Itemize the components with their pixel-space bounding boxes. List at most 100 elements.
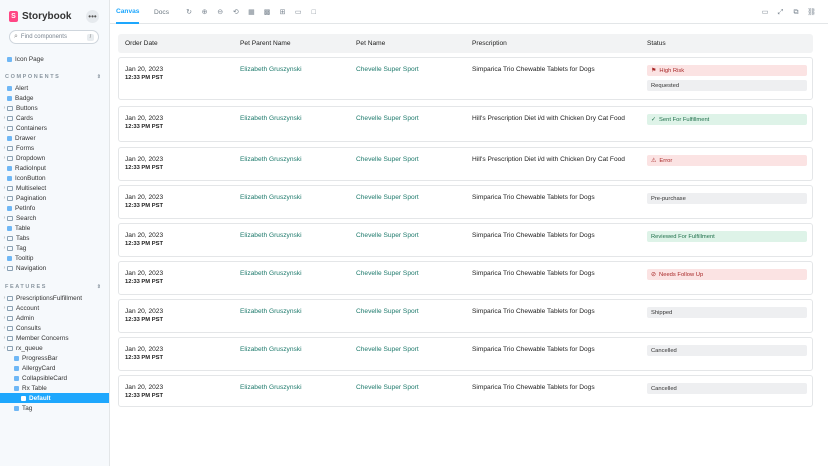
sidebar-item-icon-page[interactable]: Icon Page [0,54,109,64]
sidebar-item-default[interactable]: Default [0,393,109,403]
component-icon [7,85,12,91]
pet-parent-link[interactable]: Elizabeth Gruszynski [240,270,302,277]
sidebar-item-iconbutton[interactable]: IconButton [0,173,109,183]
zoom-reset-icon[interactable]: ⟲ [232,8,240,16]
sidebar-item-label: Forms [16,144,35,152]
pet-name-link[interactable]: Chevelle Super Sport [356,270,419,277]
sidebar-item-allergycard[interactable]: AllergyCard [0,363,109,373]
sidebar-item-drawer[interactable]: Drawer [0,133,109,143]
sidebar-item-navigation[interactable]: › Navigation [0,263,109,273]
sidebar-item-tag[interactable]: › Tag [0,243,109,253]
column-header-pet-name[interactable]: Pet Name [356,34,385,53]
pet-name-link[interactable]: Chevelle Super Sport [356,232,419,239]
pet-parent-link[interactable]: Elizabeth Gruszynski [240,384,302,391]
sidebar-item-containers[interactable]: › Containers [0,123,109,133]
section-title: COMPONENTS [5,73,61,80]
sidebar-item-cards[interactable]: › Cards [0,113,109,123]
sidebar-item-rx-table[interactable]: Rx Table [0,383,109,393]
sidebar-item-table[interactable]: Table [0,223,109,233]
zoom-in-icon[interactable]: ⊕ [201,8,209,16]
pet-parent-link[interactable]: Elizabeth Gruszynski [240,232,302,239]
pet-parent-link[interactable]: Elizabeth Gruszynski [240,115,302,122]
sidebar-item-forms[interactable]: › Forms [0,143,109,153]
sidebar-item-admin[interactable]: › Admin [0,313,109,323]
sidebar-item-account[interactable]: › Account [0,303,109,313]
expand-collapse-icon[interactable]: ⇕ [97,284,101,290]
table-row[interactable]: Jan 20, 2023 12:33 PM PST Elizabeth Gruszy… [118,185,813,219]
section-header-components[interactable]: COMPONENTS ⇕ [5,72,101,81]
sidebar-item-alert[interactable]: Alert [0,83,109,93]
sidebar-item-tag[interactable]: Tag [0,403,109,413]
order-date: Jan 20, 2023 [125,270,164,277]
sidebar-item-buttons[interactable]: › Buttons [0,103,109,113]
tab-canvas[interactable]: Canvas [116,0,140,24]
new-tab-icon[interactable]: ⧉ [792,8,800,16]
folder-icon [7,185,13,191]
component-icon [7,225,12,231]
table-row[interactable]: Jan 20, 2023 12:33 PM PST Elizabeth Gruszy… [118,147,813,181]
search-input[interactable]: ⌕ Find components / [9,30,99,44]
fullscreen-icon[interactable]: ▭ [761,8,769,16]
pet-parent-link[interactable]: Elizabeth Gruszynski [240,66,302,73]
pet-name-link[interactable]: Chevelle Super Sport [356,308,419,315]
pet-name-link[interactable]: Chevelle Super Sport [356,156,419,163]
sidebar-item-multiselect[interactable]: › Multiselect [0,183,109,193]
zoom-out-icon[interactable]: ⊖ [216,8,224,16]
expand-icon[interactable]: ⤢ [777,8,785,16]
sidebar-item-tooltip[interactable]: Tooltip [0,253,109,263]
pet-name-link[interactable]: Chevelle Super Sport [356,115,419,122]
storybook-logo[interactable]: S Storybook [9,9,71,23]
sidebar-item-member-concerns[interactable]: › Member Concerns [0,333,109,343]
table-row[interactable]: Jan 20, 2023 12:33 PM PST Elizabeth Gruszy… [118,57,813,100]
tab-docs[interactable]: Docs [154,0,169,24]
sidebar-item-badge[interactable]: Badge [0,93,109,103]
pet-name-link[interactable]: Chevelle Super Sport [356,66,419,73]
pet-name-link[interactable]: Chevelle Super Sport [356,194,419,201]
table-row[interactable]: Jan 20, 2023 12:33 PM PST Elizabeth Gruszy… [118,261,813,295]
table-row[interactable]: Jan 20, 2023 12:33 PM PST Elizabeth Gruszy… [118,337,813,371]
sidebar-item-label: Tag [22,404,33,412]
viewport-icon[interactable]: □ [310,8,318,16]
sidebar-item-label: Badge [15,94,34,102]
sidebar-item-pagination[interactable]: › Pagination [0,193,109,203]
sidebar-item-prescriptionsfulfillment[interactable]: › PrescriptionsFulfillment [0,293,109,303]
outline-icon[interactable]: ▭ [294,8,302,16]
column-header-pet-parent[interactable]: Pet Parent Name [240,34,291,53]
pet-name-link[interactable]: Chevelle Super Sport [356,346,419,353]
table-row[interactable]: Jan 20, 2023 12:33 PM PST Elizabeth Gruszy… [118,106,813,142]
pet-parent-link[interactable]: Elizabeth Gruszynski [240,308,302,315]
measure-icon[interactable]: ⊞ [279,8,287,16]
section-header-features[interactable]: FEATURES ⇕ [5,282,101,291]
refresh-icon[interactable]: ↻ [185,8,193,16]
sidebar-item-petinfo[interactable]: PetInfo [0,203,109,213]
pet-parent-link[interactable]: Elizabeth Gruszynski [240,156,302,163]
sidebar-item-search[interactable]: › Search [0,213,109,223]
status-badge: ⚑ High Risk [647,65,807,76]
settings-menu-button[interactable]: ••• [86,10,99,23]
expand-collapse-icon[interactable]: ⇕ [97,74,101,80]
sidebar-item-dropdown[interactable]: › Dropdown [0,153,109,163]
pet-parent-link[interactable]: Elizabeth Gruszynski [240,346,302,353]
column-header-prescription[interactable]: Prescription [472,34,507,53]
sidebar-item-collapsiblecard[interactable]: CollapsibleCard [0,373,109,383]
sidebar-item-radioinput[interactable]: RadioInput [0,163,109,173]
component-icon [7,175,12,181]
status-text: Cancelled [651,347,677,354]
column-header-status[interactable]: Status [647,34,666,53]
sidebar-item-rx-queue[interactable]: › rx_queue [0,343,109,353]
table-row[interactable]: Jan 20, 2023 12:33 PM PST Elizabeth Gruszy… [118,223,813,257]
pet-parent-link[interactable]: Elizabeth Gruszynski [240,194,302,201]
column-header-order-date[interactable]: Order Date [125,34,158,53]
sidebar-item-progressbar[interactable]: ProgressBar [0,353,109,363]
folder-icon [7,235,13,241]
table-row[interactable]: Jan 20, 2023 12:33 PM PST Elizabeth Gruszy… [118,375,813,407]
copy-link-icon[interactable]: ⛓ [807,8,816,16]
status-text: Needs Follow Up [659,271,704,278]
sidebar-item-consults[interactable]: › Consults [0,323,109,333]
component-icon [7,165,12,171]
grid-icon[interactable]: ▦ [247,8,255,16]
table-row[interactable]: Jan 20, 2023 12:33 PM PST Elizabeth Gruszy… [118,299,813,333]
pet-name-link[interactable]: Chevelle Super Sport [356,384,419,391]
sidebar-item-tabs[interactable]: › Tabs [0,233,109,243]
background-icon[interactable]: ▩ [263,8,271,16]
